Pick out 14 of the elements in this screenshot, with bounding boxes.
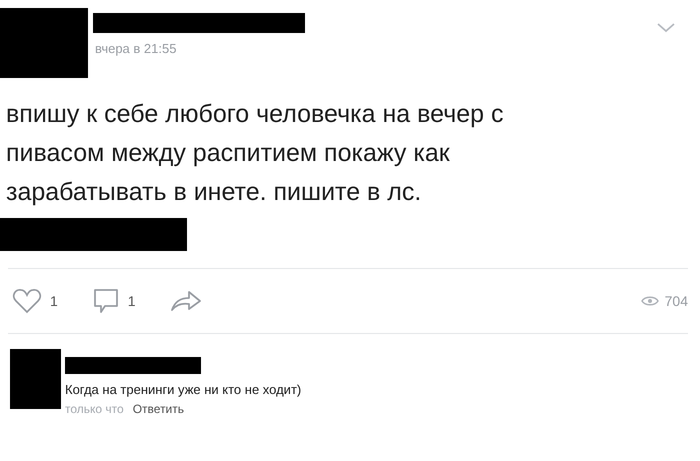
view-count: 704 xyxy=(664,293,688,309)
reply-link[interactable]: Ответить xyxy=(132,402,184,416)
post-time: вчера в 21:55 xyxy=(95,41,178,56)
heart-icon[interactable] xyxy=(12,288,42,314)
comment-count: 1 xyxy=(128,293,136,309)
eye-icon xyxy=(640,295,659,307)
post-text: впишу к себе любого человечка на вечер с пивасом между распитием покажу как зарабатывать в инете. пишите в лс. xyxy=(6,99,504,208)
chevron-down-icon[interactable] xyxy=(656,22,676,34)
share-icon[interactable] xyxy=(170,288,202,314)
like-count: 1 xyxy=(50,293,58,309)
redacted-avatar xyxy=(10,349,61,409)
comment-icon[interactable] xyxy=(92,287,120,315)
comment-time: только что xyxy=(65,402,124,416)
comment-text: Когда на тренинги уже ни кто не ходит) xyxy=(65,382,302,397)
